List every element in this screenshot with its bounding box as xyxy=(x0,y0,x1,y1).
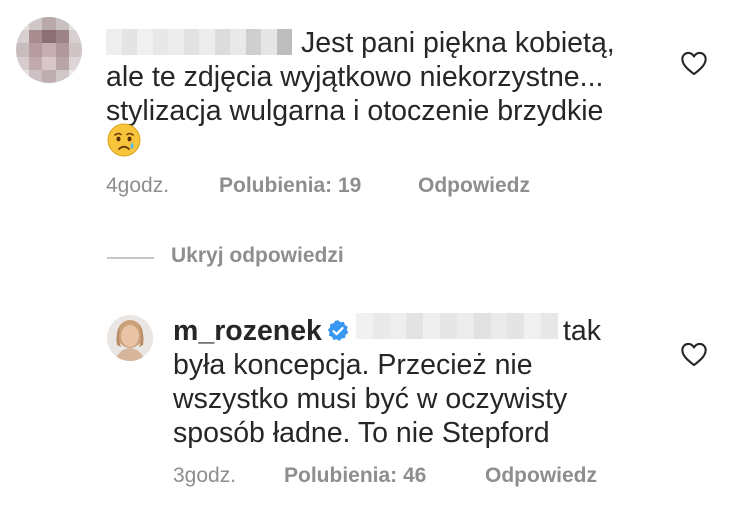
comment-timestamp[interactable]: 4godz. xyxy=(106,174,169,198)
mentioned-username-pixelated[interactable] xyxy=(356,313,558,339)
like-heart-icon[interactable] xyxy=(680,50,708,76)
comment-text-line-3: stylizacja wulgarna i otoczenie brzydkie xyxy=(106,95,604,127)
reply-reply-label: Odpowiedz xyxy=(485,464,597,487)
comment-likes-count[interactable]: Polubienia: 19 xyxy=(219,174,361,198)
comment-reply-label: Odpowiedz xyxy=(418,174,530,197)
reply-likes-count[interactable]: Polubienia: 46 xyxy=(284,464,426,488)
reply-username[interactable]: m_rozenek xyxy=(173,315,322,347)
reply-text-line-4: sposób ładne. To nie Stepford xyxy=(173,417,550,449)
hide-replies-button[interactable]: Ukryj odpowiedzi xyxy=(171,244,344,268)
reply-like-heart-icon[interactable] xyxy=(680,341,708,367)
comment-reply-button[interactable]: Odpowiedz xyxy=(418,174,530,198)
reply-text-line-1: tak xyxy=(563,315,602,347)
reply-author-avatar[interactable] xyxy=(107,315,153,361)
replies-divider-line xyxy=(107,257,154,259)
commenter-avatar-pixelated[interactable] xyxy=(16,17,82,83)
reply-likes-label: Polubienia: 46 xyxy=(284,464,427,487)
comment-text-line-2: ale te zdjęcia wyjątkowo niekorzystne... xyxy=(106,61,604,93)
verified-badge-icon xyxy=(327,320,349,341)
comment-likes-label: Polubienia: 19 xyxy=(219,174,362,197)
avatar-portrait-image xyxy=(107,315,153,361)
reply-text-line-2: była koncepcja. Przecież nie xyxy=(173,349,533,381)
commenter-username-pixelated[interactable] xyxy=(106,29,292,55)
reply-text-line-3: wszystko musi być w oczywisty xyxy=(173,383,568,415)
comment-text-line-1: Jest pani piękna kobietą, xyxy=(301,27,615,59)
reply-author-line: m_rozenek xyxy=(173,314,350,348)
reply-reply-button[interactable]: Odpowiedz xyxy=(485,464,597,488)
crying-face-emoji-icon xyxy=(107,123,141,157)
reply-timestamp[interactable]: 3godz. xyxy=(173,464,236,488)
